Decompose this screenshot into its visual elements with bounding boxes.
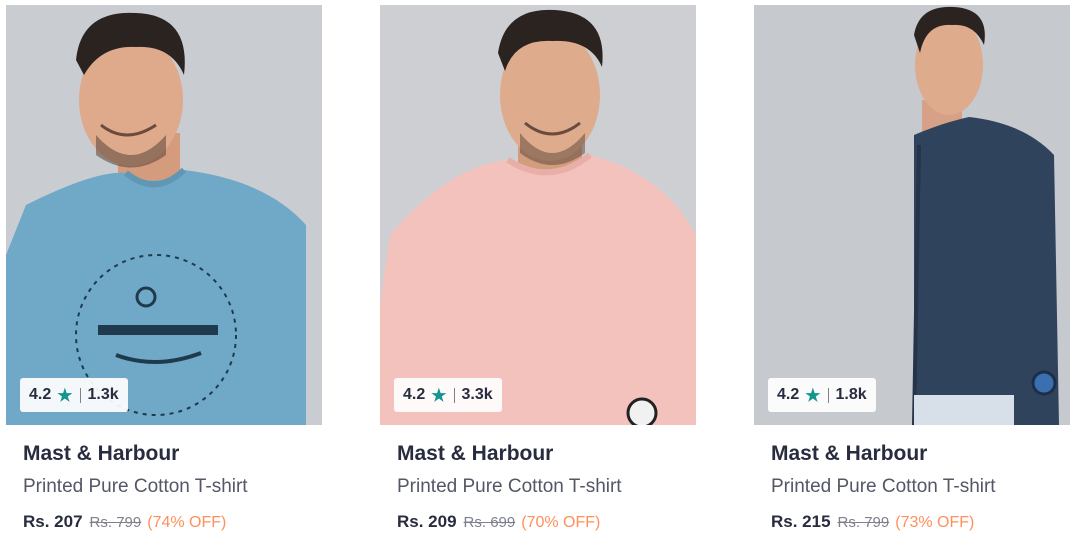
product-photo-illustration <box>380 5 696 425</box>
star-icon: ★ <box>57 385 73 405</box>
product-image[interactable]: 4.2 ★ 1.8k <box>754 5 1070 425</box>
price-row: Rs. 209 Rs. 699 (70% OFF) <box>397 512 600 532</box>
product-name[interactable]: Printed Pure Cotton T-shirt <box>771 476 996 498</box>
star-icon: ★ <box>431 385 447 405</box>
rating-badge: 4.2 ★ 3.3k <box>394 378 502 412</box>
rating-badge: 4.2 ★ 1.8k <box>768 378 876 412</box>
product-card[interactable]: 4.2 ★ 1.3k Mast & Harbour Printed Pure C… <box>6 5 322 550</box>
product-mrp: Rs. 799 <box>89 514 142 531</box>
price-row: Rs. 215 Rs. 799 (73% OFF) <box>771 512 974 532</box>
product-photo-illustration <box>6 5 322 425</box>
product-brand[interactable]: Mast & Harbour <box>771 442 927 466</box>
product-discount: (70% OFF) <box>521 514 601 531</box>
rating-count: 1.8k <box>835 386 867 403</box>
rating-badge: 4.2 ★ 1.3k <box>20 378 128 412</box>
product-discount: (73% OFF) <box>895 514 975 531</box>
product-image[interactable]: 4.2 ★ 3.3k <box>380 5 696 425</box>
product-grid: 4.2 ★ 1.3k Mast & Harbour Printed Pure C… <box>0 0 1075 555</box>
rating-count: 3.3k <box>461 386 493 403</box>
product-price: Rs. 215 <box>771 512 831 531</box>
product-discount: (74% OFF) <box>147 514 227 531</box>
star-icon: ★ <box>805 385 821 405</box>
product-card[interactable]: 4.2 ★ 1.8k Mast & Harbour Printed Pure C… <box>754 5 1070 550</box>
price-row: Rs. 207 Rs. 799 (74% OFF) <box>23 512 226 532</box>
rating-value: 4.2 <box>29 386 52 403</box>
product-name[interactable]: Printed Pure Cotton T-shirt <box>397 476 622 498</box>
rating-divider <box>827 387 829 403</box>
product-mrp: Rs. 799 <box>837 514 890 531</box>
rating-count: 1.3k <box>87 386 119 403</box>
product-image[interactable]: 4.2 ★ 1.3k <box>6 5 322 425</box>
product-brand[interactable]: Mast & Harbour <box>23 442 179 466</box>
rating-divider <box>79 387 81 403</box>
product-photo-illustration <box>754 5 1070 425</box>
product-card[interactable]: 4.2 ★ 3.3k Mast & Harbour Printed Pure C… <box>380 5 696 550</box>
product-price: Rs. 209 <box>397 512 457 531</box>
product-brand[interactable]: Mast & Harbour <box>397 442 553 466</box>
rating-value: 4.2 <box>777 386 800 403</box>
product-mrp: Rs. 699 <box>463 514 516 531</box>
product-price: Rs. 207 <box>23 512 83 531</box>
rating-value: 4.2 <box>403 386 426 403</box>
product-name[interactable]: Printed Pure Cotton T-shirt <box>23 476 248 498</box>
rating-divider <box>453 387 455 403</box>
